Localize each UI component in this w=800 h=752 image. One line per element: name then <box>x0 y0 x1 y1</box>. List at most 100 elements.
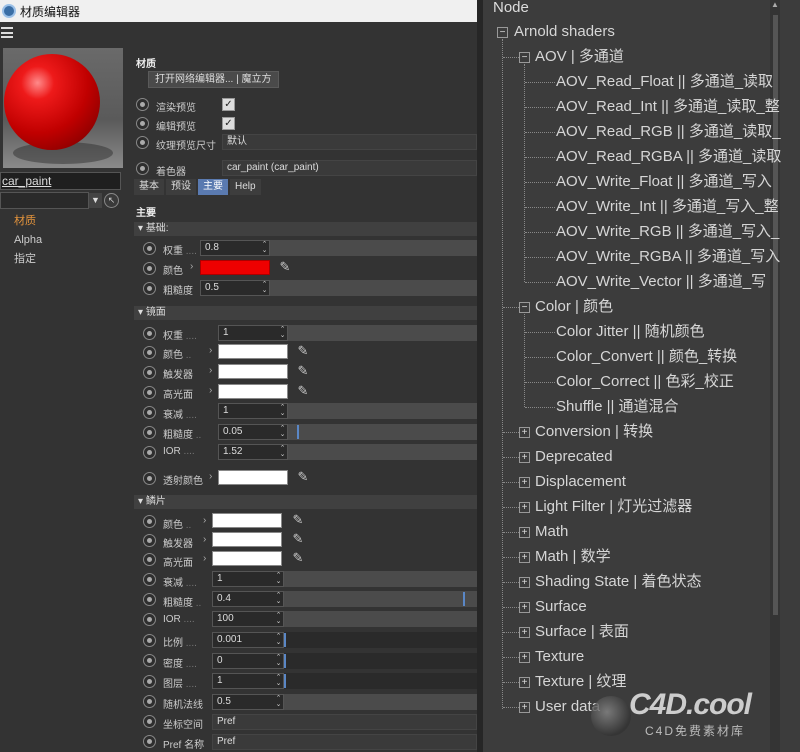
eyedropper-icon[interactable]: ✎ <box>295 363 311 379</box>
spinner-icon[interactable]: ⌃ ⌄ <box>261 241 268 254</box>
base-roughness-slider[interactable] <box>270 280 477 296</box>
channel-item-material[interactable]: 材质 <box>14 212 42 231</box>
eyedropper-icon[interactable]: ✎ <box>290 531 306 547</box>
flakes-pref-field[interactable]: Pref <box>212 734 477 750</box>
flakes-emitter-swatch[interactable] <box>212 532 282 547</box>
spec-weight-field[interactable]: 1 ⌃ ⌄ <box>218 325 288 341</box>
expand-icon[interactable]: + <box>519 502 530 513</box>
chevron-right-icon[interactable]: › <box>203 515 206 526</box>
tree-group[interactable]: Math <box>535 523 568 541</box>
texture-size-select[interactable]: 默认 <box>222 134 477 150</box>
flakes-roughness-slider[interactable] <box>284 591 477 607</box>
tree-group[interactable]: Deprecated <box>535 448 613 466</box>
tree-group[interactable]: Conversion | 转换 <box>535 423 653 441</box>
spinner-icon[interactable]: ⌃ ⌄ <box>279 425 286 438</box>
spec-ior-field[interactable]: 1.52 ⌃ ⌄ <box>218 444 288 460</box>
tree-item-color[interactable]: Shuffle || 通道混合 <box>556 398 679 416</box>
flakes-scale-field[interactable]: 0.001 ⌃ ⌄ <box>212 632 284 648</box>
base-roughness-field[interactable]: 0.5 ⌃ ⌄ <box>200 280 270 296</box>
menu-icon[interactable] <box>1 27 13 38</box>
spec-falloff-slider[interactable] <box>288 403 477 419</box>
spec-roughness-radio[interactable] <box>143 426 156 439</box>
expand-icon[interactable]: + <box>519 527 530 538</box>
spec-weight-slider[interactable] <box>288 325 477 341</box>
expand-icon[interactable]: + <box>519 677 530 688</box>
tree-item-aov[interactable]: AOV_Read_Float || 多通道_读取 <box>556 73 773 91</box>
collapse-icon[interactable]: − <box>519 302 530 313</box>
expand-icon[interactable]: + <box>519 702 530 713</box>
tree-item-color[interactable]: Color Jitter || 随机颜色 <box>556 323 705 341</box>
flakes-ior-radio[interactable] <box>143 613 156 626</box>
tree-group[interactable]: Surface | 表面 <box>535 623 629 641</box>
flakes-density-field[interactable]: 0 ⌃ ⌄ <box>212 653 284 669</box>
expand-icon[interactable]: + <box>519 552 530 563</box>
chevron-right-icon[interactable]: › <box>209 365 212 376</box>
tree-item-aov[interactable]: AOV_Read_RGB || 多通道_读取_ <box>556 123 781 141</box>
tree-group-color[interactable]: Color | 颜色 <box>535 298 613 316</box>
spinner-icon[interactable]: ⌃ ⌄ <box>275 695 282 708</box>
flakes-normal-slider[interactable] <box>284 694 477 710</box>
tab-help[interactable]: Help <box>230 179 261 195</box>
spec-highlight-radio[interactable] <box>143 386 156 399</box>
tree-item-aov[interactable]: AOV_Write_Int || 多通道_写入_整 <box>556 198 779 216</box>
tree-group[interactable]: Math | 数学 <box>535 548 611 566</box>
spec-ior-radio[interactable] <box>143 446 156 459</box>
expand-icon[interactable]: + <box>519 477 530 488</box>
spec-color-swatch[interactable] <box>218 344 288 359</box>
base-weight-radio[interactable] <box>143 242 156 255</box>
spinner-icon[interactable]: ⌃ ⌄ <box>275 654 282 667</box>
flakes-roughness-field[interactable]: 0.4 ⌃ ⌄ <box>212 591 284 607</box>
channel-item-alpha[interactable]: Alpha <box>14 231 42 250</box>
eyedropper-icon[interactable]: ✎ <box>295 343 311 359</box>
expand-icon[interactable]: + <box>519 602 530 613</box>
chevron-right-icon[interactable]: › <box>203 534 206 545</box>
spec-emitter-radio[interactable] <box>143 366 156 379</box>
transmission-radio[interactable] <box>143 472 156 485</box>
tree-group[interactable]: Texture <box>535 648 584 666</box>
spinner-icon[interactable]: ⌃ ⌄ <box>275 612 282 625</box>
spec-ior-slider[interactable] <box>288 444 477 460</box>
flakes-scale-radio[interactable] <box>143 634 156 647</box>
tab-main[interactable]: 主要 <box>198 179 228 195</box>
tree-item-aov[interactable]: AOV_Read_Int || 多通道_读取_整 <box>556 98 780 116</box>
spinner-icon[interactable]: ⌃ ⌄ <box>279 445 286 458</box>
channel-item-assign[interactable]: 指定 <box>14 250 42 269</box>
spinner-icon[interactable]: ⌃ ⌄ <box>275 674 282 687</box>
render-preview-checkbox[interactable]: ✓ <box>222 98 235 111</box>
flakes-density-slider[interactable] <box>284 653 477 669</box>
tree-item-aov[interactable]: AOV_Write_Vector || 多通道_写 <box>556 273 766 291</box>
expand-icon[interactable]: + <box>519 427 530 438</box>
open-node-editor-button[interactable]: 打开网络编辑器... | 魔立方 <box>148 71 279 88</box>
base-color-swatch[interactable] <box>200 260 270 275</box>
flakes-coord-select[interactable]: Pref <box>212 714 477 730</box>
tree-group[interactable]: Surface <box>535 598 587 616</box>
flakes-highlight-radio[interactable] <box>143 553 156 566</box>
tab-basic[interactable]: 基本 <box>134 179 164 195</box>
spec-weight-radio[interactable] <box>143 327 156 340</box>
shader-field[interactable]: car_paint (car_paint) <box>222 160 477 176</box>
expand-icon[interactable]: + <box>519 452 530 463</box>
specular-section-header[interactable]: ▾ 镜面 <box>134 306 477 320</box>
flakes-normal-field[interactable]: 0.5 ⌃ ⌄ <box>212 694 284 710</box>
flakes-emitter-radio[interactable] <box>143 534 156 547</box>
eyedropper-icon[interactable]: ✎ <box>295 383 311 399</box>
flakes-falloff-slider[interactable] <box>284 571 477 587</box>
texture-size-radio[interactable] <box>136 136 149 149</box>
base-weight-field[interactable]: 0.8 ⌃ ⌄ <box>200 240 270 256</box>
flakes-roughness-handle[interactable] <box>463 592 465 606</box>
render-preview-radio[interactable] <box>136 98 149 111</box>
flakes-coord-radio[interactable] <box>143 715 156 728</box>
flakes-scale-slider[interactable] <box>284 632 477 648</box>
base-section-header[interactable]: ▾ 基础: <box>134 222 477 236</box>
spec-roughness-slider[interactable] <box>288 424 477 440</box>
tree-item-aov[interactable]: AOV_Read_RGBA || 多通道_读取 <box>556 148 781 166</box>
chevron-right-icon[interactable]: › <box>209 345 212 356</box>
shader-radio[interactable] <box>136 162 149 175</box>
collapse-icon[interactable]: − <box>497 27 508 38</box>
tree-group[interactable]: Shading State | 着色状态 <box>535 573 701 591</box>
base-weight-slider[interactable] <box>270 240 477 256</box>
spec-color-radio[interactable] <box>143 346 156 359</box>
tree-group[interactable]: Light Filter | 灯光过滤器 <box>535 498 692 516</box>
spec-highlight-swatch[interactable] <box>218 384 288 399</box>
expand-icon[interactable]: + <box>519 652 530 663</box>
